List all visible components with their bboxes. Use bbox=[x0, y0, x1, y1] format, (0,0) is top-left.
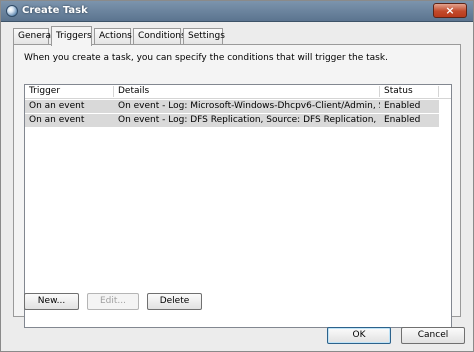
table-row[interactable]: On an event On event - Log: DFS Replicat… bbox=[25, 114, 439, 127]
column-header-trigger[interactable]: Trigger bbox=[25, 86, 114, 97]
triggers-table: Trigger Details Status On an event On ev… bbox=[24, 84, 452, 328]
ok-button[interactable]: OK bbox=[327, 327, 391, 344]
details-cell: On event - Log: DFS Replication, Source:… bbox=[118, 115, 380, 125]
delete-trigger-button[interactable]: Delete bbox=[147, 293, 202, 310]
column-header-details[interactable]: Details bbox=[114, 86, 380, 97]
trigger-cell: On an event bbox=[29, 115, 85, 125]
tab-actions[interactable]: Actions bbox=[94, 28, 132, 44]
tab-general[interactable]: General bbox=[13, 28, 53, 44]
window-title: Create Task bbox=[22, 5, 88, 16]
create-task-dialog: Create Task × General Triggers Actions C… bbox=[0, 0, 474, 352]
tab-conditions[interactable]: Conditions bbox=[133, 28, 186, 44]
new-trigger-button[interactable]: New... bbox=[24, 293, 79, 310]
title-bar[interactable]: Create Task × bbox=[1, 1, 473, 22]
table-row[interactable]: On an event On event - Log: Microsoft-Wi… bbox=[25, 100, 439, 113]
status-cell: Enabled bbox=[384, 115, 421, 125]
trigger-cell: On an event bbox=[29, 101, 85, 111]
tab-triggers[interactable]: Triggers bbox=[51, 26, 92, 46]
table-header: Trigger Details Status bbox=[25, 85, 451, 99]
column-header-status[interactable]: Status bbox=[380, 86, 439, 97]
instruction-text: When you create a task, you can specify … bbox=[24, 53, 388, 63]
status-cell: Enabled bbox=[384, 101, 421, 111]
tab-settings[interactable]: Settings bbox=[183, 28, 225, 44]
details-cell: On event - Log: Microsoft-Windows-Dhcpv6… bbox=[118, 101, 380, 111]
task-scheduler-icon bbox=[6, 5, 18, 17]
edit-trigger-button[interactable]: Edit... bbox=[87, 293, 139, 310]
close-button[interactable]: × bbox=[433, 3, 467, 18]
triggers-panel: When you create a task, you can specify … bbox=[13, 44, 461, 328]
cancel-button[interactable]: Cancel bbox=[401, 327, 465, 344]
